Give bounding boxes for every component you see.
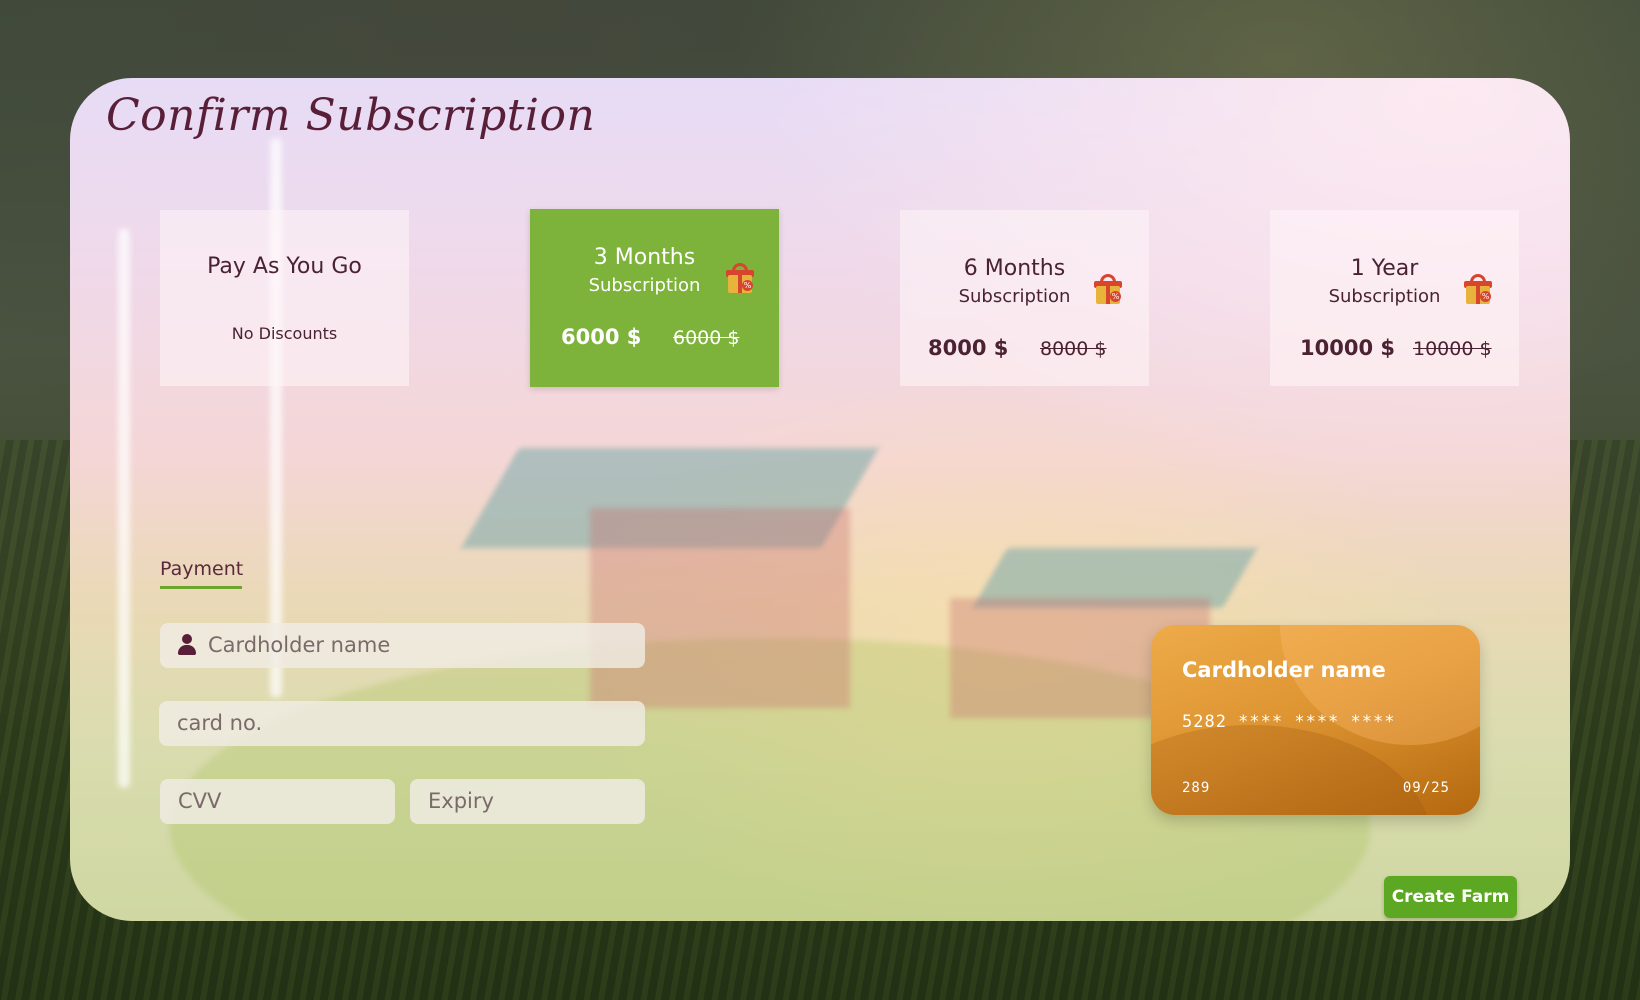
- plan-price: 8000 $: [928, 336, 1009, 360]
- card-number-field[interactable]: card no.: [159, 701, 645, 746]
- barn-body: [590, 508, 850, 708]
- expiry-placeholder: Expiry: [428, 789, 494, 813]
- windmill-pole: [118, 228, 130, 788]
- plan-1-year[interactable]: 1 Year Subscription % 10000 $ 10000 $: [1270, 210, 1519, 386]
- plan-note: No Discounts: [231, 324, 338, 343]
- cardholder-name-placeholder: Cardholder name: [208, 633, 391, 657]
- tab-underline: [160, 586, 242, 589]
- plan-6-months[interactable]: 6 Months Subscription % 8000 $ 8000 $: [900, 210, 1149, 386]
- card-number-placeholder: card no.: [177, 711, 263, 735]
- gift-icon: %: [726, 263, 754, 293]
- card-holder-name: Cardholder name: [1182, 658, 1386, 682]
- create-farm-button[interactable]: Create Farm: [1384, 876, 1517, 918]
- plan-old-price: 6000 $: [673, 327, 740, 349]
- page-title: Confirm Subscription: [106, 90, 596, 141]
- expiry-field[interactable]: Expiry: [410, 779, 645, 824]
- tab-payment[interactable]: Payment: [160, 558, 243, 580]
- plan-old-price: 10000 $: [1413, 338, 1492, 360]
- plan-pay-as-you-go[interactable]: Pay As You Go No Discounts: [160, 210, 409, 386]
- card-cvv: 289: [1182, 780, 1211, 796]
- subscription-panel: Confirm Subscription Pay As You Go No Di…: [70, 78, 1570, 921]
- cvv-field[interactable]: CVV: [160, 779, 395, 824]
- card-expiry: 09/25: [1402, 780, 1450, 796]
- cvv-placeholder: CVV: [178, 789, 222, 813]
- plan-3-months[interactable]: 3 Months Subscription % 6000 $ 6000 $: [530, 209, 779, 387]
- card-number: 5282 **** **** ****: [1182, 712, 1396, 732]
- gift-icon: %: [1464, 274, 1492, 304]
- plan-name: Pay As You Go: [207, 254, 362, 279]
- gift-icon: %: [1094, 274, 1122, 304]
- credit-card-preview: Cardholder name 5282 **** **** **** 289 …: [1151, 625, 1480, 815]
- plan-price: 6000 $: [561, 325, 642, 349]
- cardholder-name-field[interactable]: Cardholder name: [160, 623, 645, 668]
- user-icon: [176, 634, 198, 656]
- plan-price: 10000 $: [1300, 336, 1395, 360]
- plan-old-price: 8000 $: [1040, 338, 1107, 360]
